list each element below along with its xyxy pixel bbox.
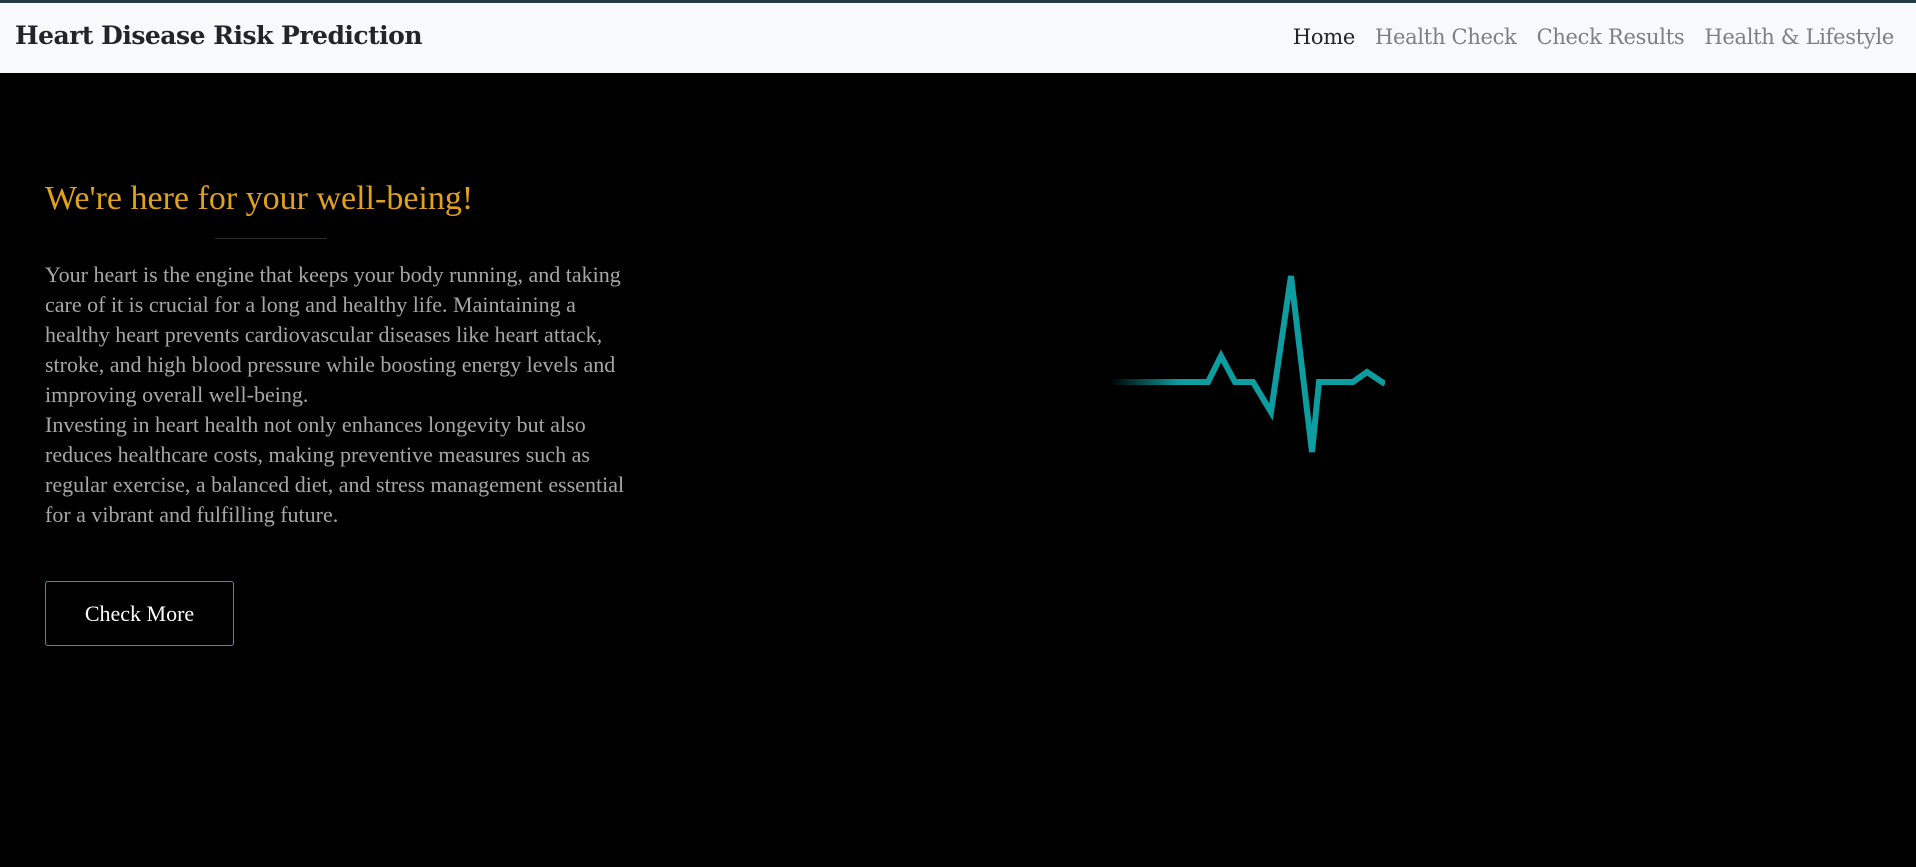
nav-link-check-results[interactable]: Check Results [1537, 25, 1685, 49]
nav-link-home[interactable]: Home [1293, 25, 1355, 49]
nav-link-health-check[interactable]: Health Check [1375, 25, 1517, 49]
nav-links: Home Health Check Check Results Health &… [1293, 25, 1894, 49]
navbar: Heart Disease Risk Prediction Home Healt… [0, 3, 1916, 73]
check-more-button[interactable]: Check More [45, 581, 234, 646]
heartbeat-line-icon [1110, 275, 1385, 453]
title-divider [215, 238, 327, 239]
brand-title[interactable]: Heart Disease Risk Prediction [15, 21, 423, 50]
hero-paragraph-2: Investing in heart health not only enhan… [45, 412, 625, 527]
nav-link-health-lifestyle[interactable]: Health & Lifestyle [1704, 25, 1894, 49]
hero-description: Your heart is the engine that keeps your… [45, 260, 645, 530]
hero-title: We're here for your well-being! [45, 180, 474, 217]
hero-paragraph-1: Your heart is the engine that keeps your… [45, 262, 621, 407]
